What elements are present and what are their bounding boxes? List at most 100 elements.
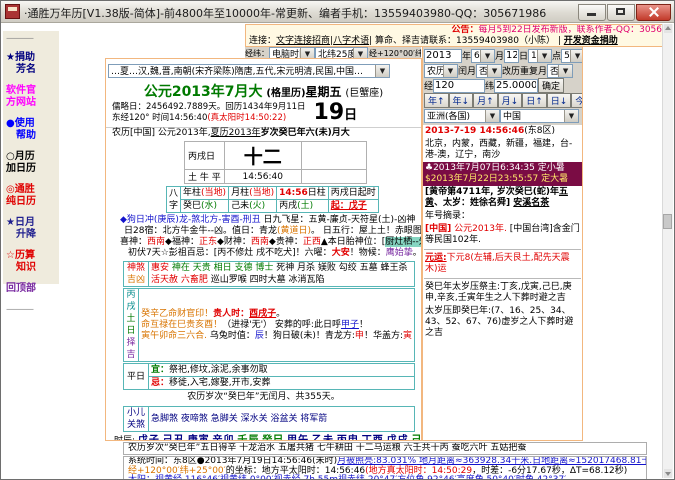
empty-cell bbox=[300, 141, 367, 170]
sun-position-line: 太阳：视黄经 116°46′视黄纬 0°00′视赤经 7h 55m视赤纬 20°… bbox=[128, 475, 646, 479]
duplicate-month-select[interactable]: 否▼ bbox=[547, 63, 574, 78]
vertical-scrollbar[interactable] bbox=[662, 24, 673, 478]
longitude-label: 经 bbox=[424, 82, 434, 92]
link-business[interactable]: 文字连接招商 bbox=[276, 36, 330, 46]
scroll-up-button[interactable] bbox=[664, 24, 672, 33]
close-icon bbox=[649, 7, 659, 17]
sidebar-item-back-to-top[interactable]: 回顶部 bbox=[3, 283, 59, 295]
bazi-table: 八字 年柱(当地) 月柱(当地) 14:56日柱 丙戌日起时 癸巳(水) 己未(… bbox=[165, 186, 379, 213]
hour-select[interactable]: 14▼ bbox=[528, 48, 553, 63]
app-window: ·通胜万年历[V1.38版-简体]-前4800年至10000年-常更新、编者手机… bbox=[0, 0, 675, 480]
country-select[interactable]: 中国 ▼ bbox=[500, 108, 579, 123]
day-up-button[interactable]: 日↑ bbox=[522, 93, 547, 108]
year-up-button[interactable]: 年↑ bbox=[424, 93, 449, 108]
sidebar-item-official-site[interactable]: 软件官 方网站 bbox=[3, 85, 59, 109]
major-heat-line: $2013年7月22日23:55:57 定大暑 bbox=[425, 174, 569, 184]
day-time: 14:56:40 bbox=[223, 169, 302, 184]
app-icon bbox=[5, 4, 20, 19]
hour-start: 起：戊子 bbox=[330, 201, 367, 211]
longitude-time: 东经120° 时间14:56:40 bbox=[112, 113, 208, 123]
scroll-down-button[interactable] bbox=[664, 469, 672, 478]
chevron-down-icon: ▼ bbox=[480, 49, 495, 62]
pengzu-line: 初伏7天☆彭祖百忌：[丙不修灶 戌不吃犬]！六曜：大安！物候：鹰始挚。 bbox=[128, 248, 422, 258]
spring-ox-line: 农历岁次“癸巳年”五日得辛 十龙治水 五屠共猪 七牛耕田 十二马运粮 六壬共十丙… bbox=[123, 442, 647, 455]
chevron-down-icon: ▼ bbox=[443, 64, 457, 77]
latitude-label: 纬 bbox=[485, 82, 495, 92]
scrollbar-thumb[interactable] bbox=[663, 214, 672, 229]
link-bazi-terms[interactable]: 八字术语 bbox=[333, 36, 369, 46]
today-button[interactable]: 今 bbox=[571, 93, 582, 108]
gregorian-date: 公元2013年7月大 bbox=[143, 84, 263, 100]
taisui-line-1: 癸巳年太岁压祭主:丁亥,戊寅,己巳,庚申,辛亥,壬寅年生之人下葬时避之吉 bbox=[425, 282, 572, 303]
sidebar-item-sun-moon[interactable]: ★日月 升降 bbox=[3, 217, 59, 241]
fetal-god-position: 厨灶栖--外西北 bbox=[385, 237, 421, 247]
dynasty-select[interactable]: …夏…汉,魏,晋,南朝(宋齐梁陈)隋唐,五代,宋元明清,民国,中国… ▼ bbox=[108, 63, 390, 78]
empty-cell bbox=[300, 169, 367, 184]
leap-month-select[interactable]: 否▼ bbox=[476, 63, 503, 78]
chevron-down-icon: ▼ bbox=[375, 64, 389, 77]
minimize-button[interactable] bbox=[578, 4, 606, 21]
bazi-header: 八字 bbox=[165, 186, 182, 213]
sidebar-item-month-calendar[interactable]: ○月历 加日历 bbox=[3, 151, 59, 175]
gods-direction-line: 喜神：西南◆福神：正东◆财神：西南◆贵神：正西▲本日胎神位：[厨灶栖--外西北 bbox=[106, 237, 421, 248]
calendar-type-select[interactable]: 农历▼ bbox=[424, 63, 458, 78]
julian-row: 儒略日：2456492.7889天。回历1434年9月11日 东经120° 时间… bbox=[106, 102, 421, 128]
longitude-input[interactable] bbox=[433, 78, 486, 93]
children-shensha-table: 小儿 关煞 急脚煞 夜啼煞 急脚关 深水关 浴盆关 将军箭 bbox=[123, 406, 415, 432]
notice-label: 公告： bbox=[451, 25, 479, 35]
contact-text: 算命、择吉请联系：13559403980（小陈） bbox=[372, 36, 558, 46]
sidebar-item-pure-calendar[interactable]: ◎通胜 纯日历 bbox=[3, 184, 59, 208]
titlebar[interactable]: ·通胜万年历[V1.38版-简体]-前4800年至10000年-常更新、编者手机… bbox=[1, 1, 674, 23]
close-button[interactable] bbox=[636, 4, 671, 21]
yuanyun-line: 元运:下元8(左辅,后天艮土,配先天震木)运 bbox=[425, 253, 570, 274]
suitable-label: 宜： bbox=[151, 365, 170, 375]
notice-text: 每月5到22日发布新版，联系作者-QQ：3056 bbox=[478, 25, 663, 35]
region-select[interactable]: 亚洲(各国) ▼ bbox=[424, 108, 500, 123]
mansion-line: 日28宿：北方牛金牛--凶。值日：青龙(黄道日)。 日五行：屋上土！赤眼图：狐狸 bbox=[124, 226, 422, 236]
julian-day: 儒略日：2456492.7889天。回历1434年9月11日 bbox=[112, 102, 306, 112]
lunar-year-text: 岁次癸巳年六(未)月大 bbox=[260, 128, 350, 138]
minute-select[interactable]: 56▼ bbox=[561, 48, 582, 63]
day-attributes: 土 牛 平 bbox=[184, 169, 225, 184]
timezone-coverage: 北京，内蒙，西藏，新疆，福建，台-港-澳，辽宁，南沙 bbox=[425, 139, 573, 160]
xiali-link[interactable]: 夏历2013年 bbox=[211, 128, 261, 138]
weekday: 星期五 bbox=[305, 85, 342, 99]
lunar-prefix: 农历[中国] 公元2013年, bbox=[112, 128, 211, 138]
sidebar-item-help[interactable]: ●使用 帮助 bbox=[3, 118, 59, 142]
tea-ad-link[interactable]: 安溪名茶 bbox=[513, 198, 549, 208]
day-input[interactable] bbox=[504, 48, 520, 63]
confirm-button[interactable]: 确定 bbox=[538, 78, 565, 93]
minimize-icon bbox=[587, 13, 596, 16]
month-unit: 月 bbox=[495, 52, 505, 62]
zeji-table: 丙戌 土日 择吉 癸辛乙命财官印！贵人时：酉戌子。 命互禄在巳贵亥酉！（进禄'无'）… bbox=[122, 288, 415, 362]
leap-month-line: 农历岁次“癸巳年”无闰月、共355天。 bbox=[187, 392, 340, 402]
shensha-table: 神煞 吉凶 惠安 神在 天贵 相日 支德 博士 死神 月杀 媄败 勾绞 五墓 蜂王… bbox=[123, 261, 415, 287]
pingri-header: 平日 bbox=[123, 363, 149, 390]
day-ganzhi: 丙戌日 bbox=[184, 141, 225, 170]
year-input[interactable] bbox=[424, 48, 462, 63]
chevron-down-icon: ▼ bbox=[487, 64, 502, 77]
latitude-input[interactable] bbox=[494, 78, 539, 93]
maximize-button[interactable] bbox=[607, 4, 635, 21]
month-up-button[interactable]: 月↑ bbox=[473, 93, 498, 108]
day-unit: 日 bbox=[519, 52, 529, 62]
lunar-day-big: 十二 bbox=[223, 141, 302, 170]
link-funding[interactable]: 开发资金捐助 bbox=[564, 36, 618, 46]
suitable-avoid-table: 平日 宜：祭祀,修坟,涂泥,余事勿取 忌：移徙,入宅,嫁娶,开市,安葬 bbox=[123, 363, 415, 390]
sidebar-divider-top: ——— bbox=[6, 33, 34, 44]
chevron-down-icon: ▼ bbox=[570, 49, 582, 62]
year-down-button[interactable]: 年↓ bbox=[448, 93, 474, 108]
chevron-down-icon: ▼ bbox=[564, 109, 578, 122]
sidebar-item-calendar-knowledge[interactable]: ☆历算 知识 bbox=[3, 250, 59, 274]
month-down-button[interactable]: 月↓ bbox=[497, 93, 523, 108]
arrow-down-icon bbox=[665, 472, 671, 476]
day-down-button[interactable]: 日↓ bbox=[546, 93, 572, 108]
avoid-label: 忌： bbox=[151, 378, 170, 388]
main-calendar-panel: …夏…汉,魏,晋,南朝(宋齐梁陈)隋唐,五代,宋元明清,民国,中国… ▼ 公元20… bbox=[105, 58, 422, 441]
constellation: (巨蟹座) bbox=[345, 88, 384, 99]
sidebar-item-donors[interactable]: ★捐助 芳名 bbox=[3, 52, 59, 76]
chevron-down-icon: ▼ bbox=[558, 64, 573, 77]
separator: | bbox=[557, 36, 561, 46]
maximize-icon bbox=[616, 8, 625, 15]
month-select[interactable]: 6 ▼ bbox=[471, 48, 496, 63]
